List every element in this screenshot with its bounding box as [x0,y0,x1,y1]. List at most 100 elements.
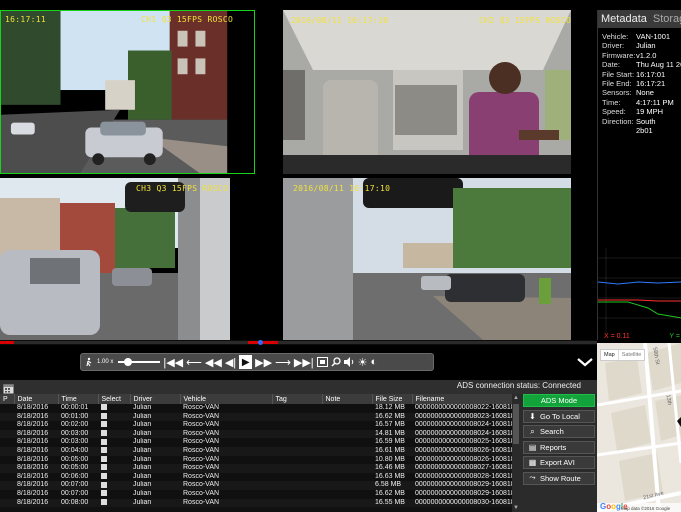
metadata-row: Vehicle: VAN-1001 [602,32,677,41]
show-route-button[interactable]: ⤳ Show Route [523,471,595,485]
zoom-icon[interactable] [331,354,341,370]
forward-10-icon[interactable]: ⟶ [275,354,291,370]
step-back-icon[interactable]: ◀| [225,354,236,370]
cell-vehicle: Rosco-VAN [180,404,272,413]
table-row[interactable]: 8/18/2016 00:03:00 Julian Rosco-VAN 14.81 MB… [0,429,520,439]
skip-end-icon[interactable]: ▶▶| [294,354,314,370]
calendar-icon[interactable] [3,381,14,394]
table-row[interactable]: 8/18/2016 00:05:00 Julian Rosco-VAN 16.46 MB… [0,464,520,473]
table-row[interactable]: 8/18/2016 00:07:00 Julian Rosco-VAN 6.58 MB 0… [0,481,520,490]
select-cell [98,498,130,508]
select-cell [98,404,130,413]
table-row[interactable]: 8/18/2016 00:01:00 Julian Rosco-VAN 16.62 MB… [0,412,520,422]
table-row[interactable]: 8/18/2016 00:04:00 Julian Rosco-VAN 16.61 MB… [0,446,520,456]
column-header[interactable]: Note [322,394,373,404]
cell-empty [272,472,322,482]
row-checkbox[interactable] [101,464,107,471]
row-checkbox[interactable] [101,447,107,454]
tab-storage[interactable]: Storag [650,13,681,25]
ads-mode-button[interactable]: ADS Mode [523,394,595,407]
row-checkbox[interactable] [101,438,107,445]
tab-metadata[interactable]: Metadata [598,13,650,25]
skip-start-icon[interactable]: |◀◀ [163,354,183,370]
contrast-icon[interactable]: ◐ [371,354,378,370]
metadata-key: Date: [602,60,620,70]
table-row[interactable]: 8/18/2016 00:07:00 Julian Rosco-VAN 16.62 MB… [0,489,520,499]
cell-size: 16.63 MB [372,472,412,482]
column-header[interactable]: File Size [372,394,413,404]
fast-forward-icon[interactable]: ▶▶ [255,354,272,370]
column-header[interactable]: Driver [130,394,181,404]
camera-view-ch3[interactable]: CH3 Q3 15FPS ROSCO [0,178,230,340]
table-scrollbar[interactable]: ▲ ▼ [512,394,520,512]
speed-slider[interactable] [118,354,161,370]
table-row[interactable]: 8/18/2016 00:05:00 Julian Rosco-VAN 10.80 MB… [0,455,520,465]
select-cell [98,481,130,490]
row-checkbox[interactable] [101,429,107,436]
cell-size: 10.80 MB [372,455,412,465]
rewind-icon[interactable]: ◀◀ [205,354,222,370]
go-to-local-button[interactable]: ⬇ Go To Local [523,409,595,423]
table-body: 8/18/2016 00:00:01 Julian Rosco-VAN 18.12 MB… [0,404,520,508]
row-checkbox[interactable] [101,498,107,505]
cell-date: 8/18/2016 [14,438,58,447]
cell-filename: 0000000000000008024-160818-0 [412,421,520,430]
row-checkbox[interactable] [101,481,107,488]
tab-satellite[interactable]: Satellite [617,350,645,360]
table-row[interactable]: 8/18/2016 00:08:00 Julian Rosco-VAN 16.55 MB… [0,498,520,508]
select-cell [98,489,130,499]
cell-empty [322,421,372,430]
column-header[interactable]: Filename [412,394,520,404]
row-checkbox[interactable] [101,455,107,462]
column-header[interactable]: Select [98,394,131,404]
play-icon[interactable]: ▶ [239,355,253,369]
cam3-channel-label: CH3 Q3 15FPS ROSCO [136,184,229,193]
column-header[interactable]: Time [58,394,99,404]
cell-vehicle: Rosco-VAN [180,481,272,490]
table-row[interactable]: 8/18/2016 00:06:00 Julian Rosco-VAN 16.63 MB… [0,472,520,482]
cell-filename: 0000000000000008026-160818-0 [412,455,520,465]
cell-empty [0,421,14,430]
metadata-row: File Start: 16:17:01 [602,70,677,79]
metadata-value: South [636,116,656,126]
accel-blue-line [598,281,681,285]
metadata-value: 4:17:11 PM [636,97,674,107]
search-button[interactable]: ⌕ Search [523,425,595,438]
volume-icon[interactable] [343,354,355,370]
speed-icon [85,354,94,370]
row-checkbox[interactable] [101,472,107,479]
reports-button[interactable]: ▤ Reports [523,440,595,454]
cell-vehicle: Rosco-VAN [180,438,272,447]
cell-time: 00:02:00 [58,421,98,430]
metadata-key: Sensors: [602,88,632,98]
action-buttons: ADS Mode ⬇ Go To Local ⌕ Search ▤ Reports ▦ Expo… [523,394,595,487]
metadata-key [602,126,636,135]
camera-view-ch2[interactable]: 2016/08/11 16:17:10 CH2 Q3 15FPS ROSCO [283,10,571,174]
table-row[interactable]: 8/18/2016 00:00:01 Julian Rosco-VAN 18.12 MB… [0,404,520,413]
brightness-icon[interactable]: ☀ [358,354,368,370]
collapse-chevron-icon[interactable] [576,355,594,369]
button-label: Go To Local [540,411,580,421]
street-scene-image [1,11,254,173]
tab-map[interactable]: Map [601,350,618,360]
export-avi-button[interactable]: ▦ Export AVI [523,456,595,469]
snapshot-icon[interactable] [316,354,328,370]
route-map[interactable]: Map Satellite 58th St 13th 21st Ave Goog… [597,343,681,512]
camera-view-ch4[interactable]: 2016/08/11 16:17:10 [283,178,571,340]
table-row[interactable]: 8/18/2016 00:02:00 Julian Rosco-VAN 16.57 MB… [0,421,520,430]
rewind-10-icon[interactable]: ⟵ [186,354,202,370]
cell-time: 00:03:00 [58,438,98,447]
column-header[interactable]: Tag [272,394,323,404]
row-checkbox[interactable] [101,404,107,411]
cell-vehicle: Rosco-VAN [180,472,272,482]
column-header[interactable]: Vehicle [180,394,273,404]
row-checkbox[interactable] [101,490,107,497]
cell-vehicle: Rosco-VAN [180,498,272,508]
camera-view-ch1[interactable]: 16:17:11 CH1 Q3 15FPS ROSCO [0,10,255,174]
column-header[interactable]: P [0,394,15,404]
table-row[interactable]: 8/18/2016 00:03:00 Julian Rosco-VAN 16.59 MB… [0,438,520,447]
cell-empty [0,438,14,447]
row-checkbox[interactable] [101,421,107,428]
column-header[interactable]: Date [14,394,59,404]
row-checkbox[interactable] [101,412,107,419]
